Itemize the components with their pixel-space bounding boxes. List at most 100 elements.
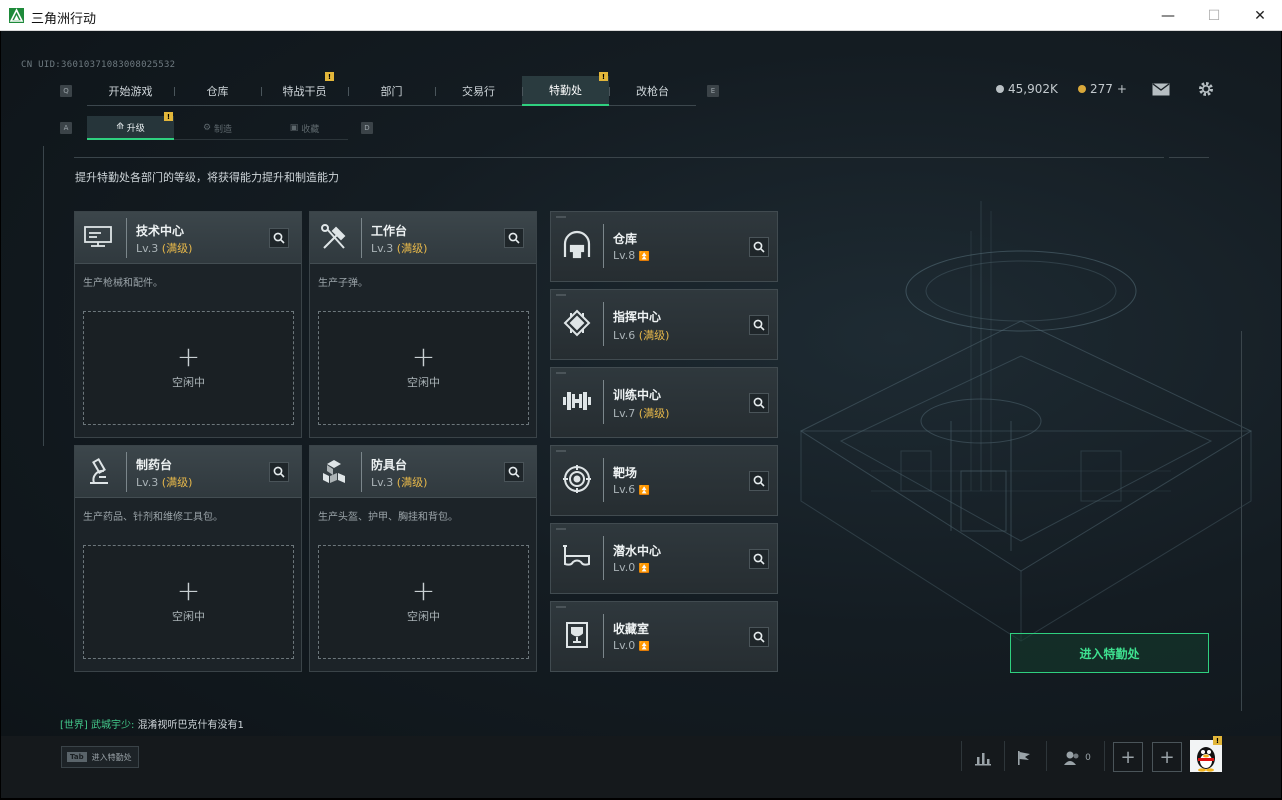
tab-special-ops[interactable]: 特勤处 ! — [522, 72, 609, 106]
tab-operators[interactable]: 特战干员 ! — [261, 72, 348, 106]
search-icon — [508, 229, 520, 248]
corner-mark — [556, 606, 566, 608]
production-slot[interactable]: + 空闲中 — [318, 311, 529, 425]
inspect-button[interactable] — [504, 462, 524, 482]
facility-level: Lv.8 ⏫ — [613, 249, 650, 262]
workstation-card-pharmacy[interactable]: 制药台 Lv.3 (满级) 生产药品、针剂和维修工具包。 + 空闲中 — [74, 445, 302, 672]
tab-key-hint[interactable]: Tab 进入特勤处 — [61, 746, 139, 768]
header-separator — [603, 224, 604, 268]
plus-icon: + — [1159, 746, 1175, 768]
production-slot[interactable]: + 空闲中 — [318, 545, 529, 659]
workstation-description: 生产枪械和配件。 — [83, 278, 163, 289]
header-separator — [603, 458, 604, 502]
chat-username: 武城宇少: — [91, 720, 135, 731]
add-party-slot-button[interactable]: + — [1113, 742, 1143, 772]
craft-icon: ⚙ — [202, 123, 212, 133]
friends-button[interactable]: 0 — [1059, 745, 1095, 771]
facility-name: 靶场 — [613, 466, 638, 480]
workstation-description: 生产药品、针剂和维修工具包。 — [83, 512, 223, 523]
player-avatar[interactable]: ! — [1190, 736, 1222, 772]
card-header: 技术中心 Lv.3 (满级) — [75, 212, 301, 264]
workstation-card-armor-bench[interactable]: 防具台 Lv.3 (满级) 生产头盔、护甲、胸挂和背包。 + 空闲中 — [309, 445, 537, 672]
facility-name: 收藏室 — [613, 622, 650, 636]
coin-icon — [996, 85, 1004, 93]
notification-badge: ! — [325, 72, 334, 81]
coin-balance[interactable]: 45,902K — [996, 82, 1058, 96]
tab-key: Tab — [67, 752, 87, 762]
stats-chart-icon[interactable] — [971, 745, 995, 771]
tab-trading[interactable]: 交易行 — [435, 76, 522, 106]
tab-start-game[interactable]: 开始游戏 — [87, 76, 174, 106]
search-icon — [753, 316, 765, 335]
upgrade-available-icon: ⏫ — [638, 252, 650, 262]
tab-gunsmith[interactable]: 改枪台 — [609, 76, 696, 106]
minimize-button[interactable]: — — [1145, 0, 1191, 31]
plus-icon: + — [1120, 746, 1136, 768]
workstation-card-tech-center[interactable]: 技术中心 Lv.3 (满级) 生产枪械和配件。 + 空闲中 — [74, 211, 302, 438]
enter-special-ops-button[interactable]: 进入特勤处 — [1010, 633, 1209, 673]
inspect-button[interactable] — [749, 627, 769, 647]
subtab-upgrade[interactable]: ⟰ 升级 ! — [87, 112, 174, 140]
workstation-level: Lv.3 (满级) — [371, 242, 428, 255]
add-party-slot-button[interactable]: + — [1152, 742, 1182, 772]
search-icon — [753, 550, 765, 569]
slot-status: 空闲中 — [407, 376, 440, 389]
tab-department[interactable]: 部门 — [348, 76, 435, 106]
header-separator — [361, 452, 362, 492]
add-icon: + — [411, 574, 436, 607]
next-subtab-key-hint: D — [361, 122, 373, 134]
facility-name: 潜水中心 — [613, 544, 662, 558]
mail-icon[interactable] — [1150, 79, 1172, 99]
facility-shooting-range[interactable]: 靶场 Lv.6 ⏫ — [550, 445, 778, 516]
inspect-button[interactable] — [269, 228, 289, 248]
inspect-button[interactable] — [504, 228, 524, 248]
workstation-level: Lv.3 (满级) — [136, 476, 193, 489]
notification-badge: ! — [1213, 736, 1222, 745]
maximize-button[interactable]: ☐ — [1191, 0, 1237, 31]
facility-diving-center[interactable]: 潜水中心 Lv.0 ⏫ — [550, 523, 778, 594]
facility-command-center[interactable]: 指挥中心 Lv.6 (满级) — [550, 289, 778, 360]
notification-badge: ! — [599, 72, 608, 81]
corner-mark — [556, 216, 566, 218]
subtab-craft[interactable]: ⚙ 制造 — [174, 116, 261, 140]
facility-warehouse[interactable]: 仓库 Lv.8 ⏫ — [550, 211, 778, 282]
settings-gear-icon[interactable] — [1195, 79, 1217, 99]
workstation-name: 防具台 — [371, 458, 408, 472]
prev-subtab-key-hint: A — [60, 122, 72, 134]
inspect-button[interactable] — [749, 471, 769, 491]
window-title: 三角洲行动 — [31, 11, 97, 26]
flag-icon[interactable] — [1012, 745, 1036, 771]
add-icon: + — [176, 340, 201, 373]
header-divider — [1169, 157, 1209, 158]
trophy-icon — [560, 618, 594, 652]
subtab-collection[interactable]: ▣ 收藏 — [261, 116, 348, 140]
diving-mask-icon — [560, 540, 594, 574]
inspect-button[interactable] — [749, 549, 769, 569]
base-blueprint-illustration — [799, 201, 1253, 642]
search-icon — [753, 628, 765, 647]
facility-collection-room[interactable]: 收藏室 Lv.0 ⏫ — [550, 601, 778, 672]
divider — [1004, 741, 1005, 771]
tab-warehouse[interactable]: 仓库 — [174, 76, 261, 106]
workstation-card-workbench[interactable]: 工作台 Lv.3 (满级) 生产子弹。 + 空闲中 — [309, 211, 537, 438]
computer-icon — [81, 220, 117, 256]
page-description: 提升特勤处各部门的等级，将获得能力提升和制造能力 — [75, 171, 339, 184]
search-icon — [273, 229, 285, 248]
production-slot[interactable]: + 空闲中 — [83, 311, 294, 425]
premium-balance[interactable]: 277 + — [1078, 82, 1127, 96]
header-separator — [126, 218, 127, 258]
game-viewport: CN UID:36010371083008025532 Q 开始游戏 仓库 特战… — [1, 31, 1281, 798]
add-icon: + — [411, 340, 436, 373]
inspect-button[interactable] — [749, 393, 769, 413]
close-button[interactable]: ✕ — [1237, 0, 1282, 31]
world-chat-line[interactable]: [世界] 武城宇少: 混淆视听巴克什有没有1 — [60, 716, 244, 731]
workstation-name: 技术中心 — [136, 224, 185, 238]
inspect-button[interactable] — [269, 462, 289, 482]
facility-training-center[interactable]: 训练中心 Lv.7 (满级) — [550, 367, 778, 438]
upgrade-available-icon: ⏫ — [638, 486, 650, 496]
production-slot[interactable]: + 空闲中 — [83, 545, 294, 659]
inspect-button[interactable] — [749, 315, 769, 335]
slot-status: 空闲中 — [172, 610, 205, 623]
corner-mark — [556, 294, 566, 296]
inspect-button[interactable] — [749, 237, 769, 257]
